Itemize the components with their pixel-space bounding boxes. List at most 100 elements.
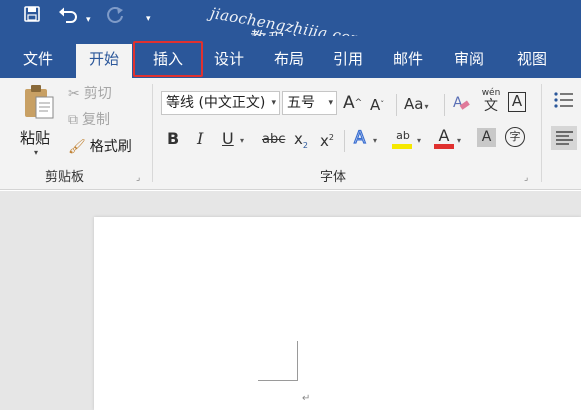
redo-icon (106, 6, 126, 24)
grow-font-button[interactable]: A^ (343, 92, 362, 114)
underline-button[interactable]: U (222, 128, 234, 150)
text-highlight-button[interactable]: ab (392, 125, 414, 149)
align-left-icon (556, 131, 573, 145)
clipboard-launcher-icon[interactable]: ⌟ (136, 173, 140, 183)
clear-formatting-button[interactable]: A (452, 93, 470, 119)
tab-file[interactable]: 文件 (14, 44, 62, 78)
grow-font-label: A (343, 93, 355, 113)
format-painter-icon: 🖌 (68, 139, 86, 155)
chevron-down-icon: ▾ (271, 98, 276, 108)
paste-dropdown-icon[interactable]: ▾ (34, 148, 38, 157)
margin-corner-mark (297, 341, 298, 381)
character-border-button[interactable]: A (508, 92, 526, 112)
font-name-value: 等线 (中文正文) (166, 95, 266, 111)
character-shading-button[interactable]: A (477, 128, 496, 147)
text-effects-dropdown-icon[interactable]: ▾ (373, 130, 377, 152)
tab-design[interactable]: 设计 (205, 44, 253, 78)
format-painter-label: 格式刷 (89, 139, 132, 155)
italic-label: I (197, 129, 204, 148)
phonetic-guide-button[interactable]: wén 文 (480, 88, 502, 114)
shrink-font-button[interactable]: Aˇ (370, 94, 384, 116)
copy-button: ⧉ 复制 (68, 110, 110, 130)
highlight-label: ab (396, 129, 410, 142)
caret-up-icon: ^ (354, 98, 363, 108)
underline-label: U (222, 129, 234, 148)
bold-label: B (167, 129, 180, 148)
font-color-label: A (438, 126, 450, 145)
font-name-combo[interactable]: 等线 (中文正文) ▾ (161, 91, 280, 115)
phonetic-top-label: wén (481, 88, 501, 98)
font-color-button[interactable]: A (434, 125, 454, 149)
title-bar: ▾ ▾ jiaochengzhijia.com 教程之家 (0, 0, 581, 54)
format-painter-button[interactable]: 🖌 格式刷 (68, 137, 132, 157)
tab-view[interactable]: 视图 (508, 44, 556, 78)
subscript-label: x (294, 130, 303, 148)
underline-dropdown-icon[interactable]: ▾ (240, 130, 244, 152)
document-page[interactable] (94, 217, 581, 410)
toolbar-divider (444, 94, 445, 116)
bold-button[interactable]: B (167, 128, 179, 150)
ribbon-tab-bar: 文件 开始 插入 设计 布局 引用 邮件 审阅 视图 (0, 36, 581, 78)
cut-button: ✂ 剪切 (68, 84, 112, 104)
character-border-label: A (511, 92, 523, 110)
font-launcher-icon[interactable]: ⌟ (524, 173, 528, 183)
margin-corner-mark (258, 380, 298, 381)
tab-mailings[interactable]: 邮件 (384, 44, 432, 78)
tab-references[interactable]: 引用 (324, 44, 372, 78)
group-divider (152, 84, 153, 182)
undo-icon[interactable] (58, 6, 78, 24)
toolbar-divider (344, 130, 345, 152)
undo-dropdown-icon[interactable]: ▾ (86, 9, 91, 31)
align-left-button[interactable] (551, 126, 577, 150)
eraser-icon: A (453, 95, 470, 111)
bullet-list-icon (554, 92, 573, 108)
subscript-mark: 2 (302, 141, 308, 150)
highlight-color-swatch (392, 144, 412, 149)
scissors-icon: ✂ (68, 86, 80, 102)
text-effects-label: A (353, 127, 366, 148)
change-case-label: Aa (404, 95, 424, 113)
subscript-button[interactable]: x2 (294, 128, 308, 157)
chevron-down-icon: ▾ (328, 98, 333, 108)
paste-button[interactable]: 粘贴 ▾ (20, 84, 60, 157)
paste-label: 粘贴 (20, 129, 51, 147)
clipboard-group-label: 剪贴板 (45, 170, 85, 185)
cut-label: 剪切 (83, 86, 112, 102)
phonetic-bottom-label: 文 (484, 98, 498, 114)
font-color-dropdown-icon[interactable]: ▾ (457, 130, 461, 152)
save-icon[interactable] (24, 6, 40, 22)
strikethrough-label: abc (262, 132, 286, 147)
font-group-label: 字体 (320, 170, 347, 185)
customize-quick-access-icon[interactable]: ▾ (146, 8, 151, 30)
italic-button[interactable]: I (197, 128, 203, 150)
character-shading-label: A (481, 129, 492, 145)
enclose-characters-label: 字 (509, 130, 521, 143)
font-size-value: 五号 (287, 95, 315, 111)
tab-layout[interactable]: 布局 (265, 44, 313, 78)
paragraph-mark: ↵ (302, 393, 311, 404)
ribbon-home: 粘贴 ▾ ✂ 剪切 ⧉ 复制 🖌 格式刷 剪贴板 ⌟ 等线 (中文正文) ▾ 五… (0, 78, 581, 190)
chevron-down-icon: ▾ (424, 102, 429, 111)
font-size-combo[interactable]: 五号 ▾ (282, 91, 337, 115)
group-divider (541, 84, 542, 182)
tab-review[interactable]: 审阅 (445, 44, 493, 78)
svg-text:A: A (453, 95, 463, 111)
superscript-button[interactable]: x2 (320, 127, 334, 152)
copy-icon: ⧉ (68, 112, 78, 128)
bullets-button[interactable] (553, 90, 573, 116)
caret-down-icon: ˇ (380, 100, 385, 109)
text-effects-button[interactable]: A (353, 127, 366, 149)
superscript-mark: 2 (328, 133, 334, 142)
shrink-font-label: A (370, 96, 381, 114)
enclose-characters-button[interactable]: 字 (505, 127, 525, 147)
document-canvas (0, 191, 581, 410)
superscript-label: x (320, 132, 329, 150)
tab-insert[interactable]: 插入 (133, 41, 203, 77)
change-case-button[interactable]: Aa▾ (404, 93, 428, 118)
strikethrough-button[interactable]: abc (262, 129, 285, 151)
paste-icon (25, 85, 54, 119)
toolbar-divider (396, 94, 397, 116)
highlight-dropdown-icon[interactable]: ▾ (417, 130, 421, 152)
copy-label: 复制 (82, 112, 110, 128)
tab-home[interactable]: 开始 (76, 44, 132, 78)
